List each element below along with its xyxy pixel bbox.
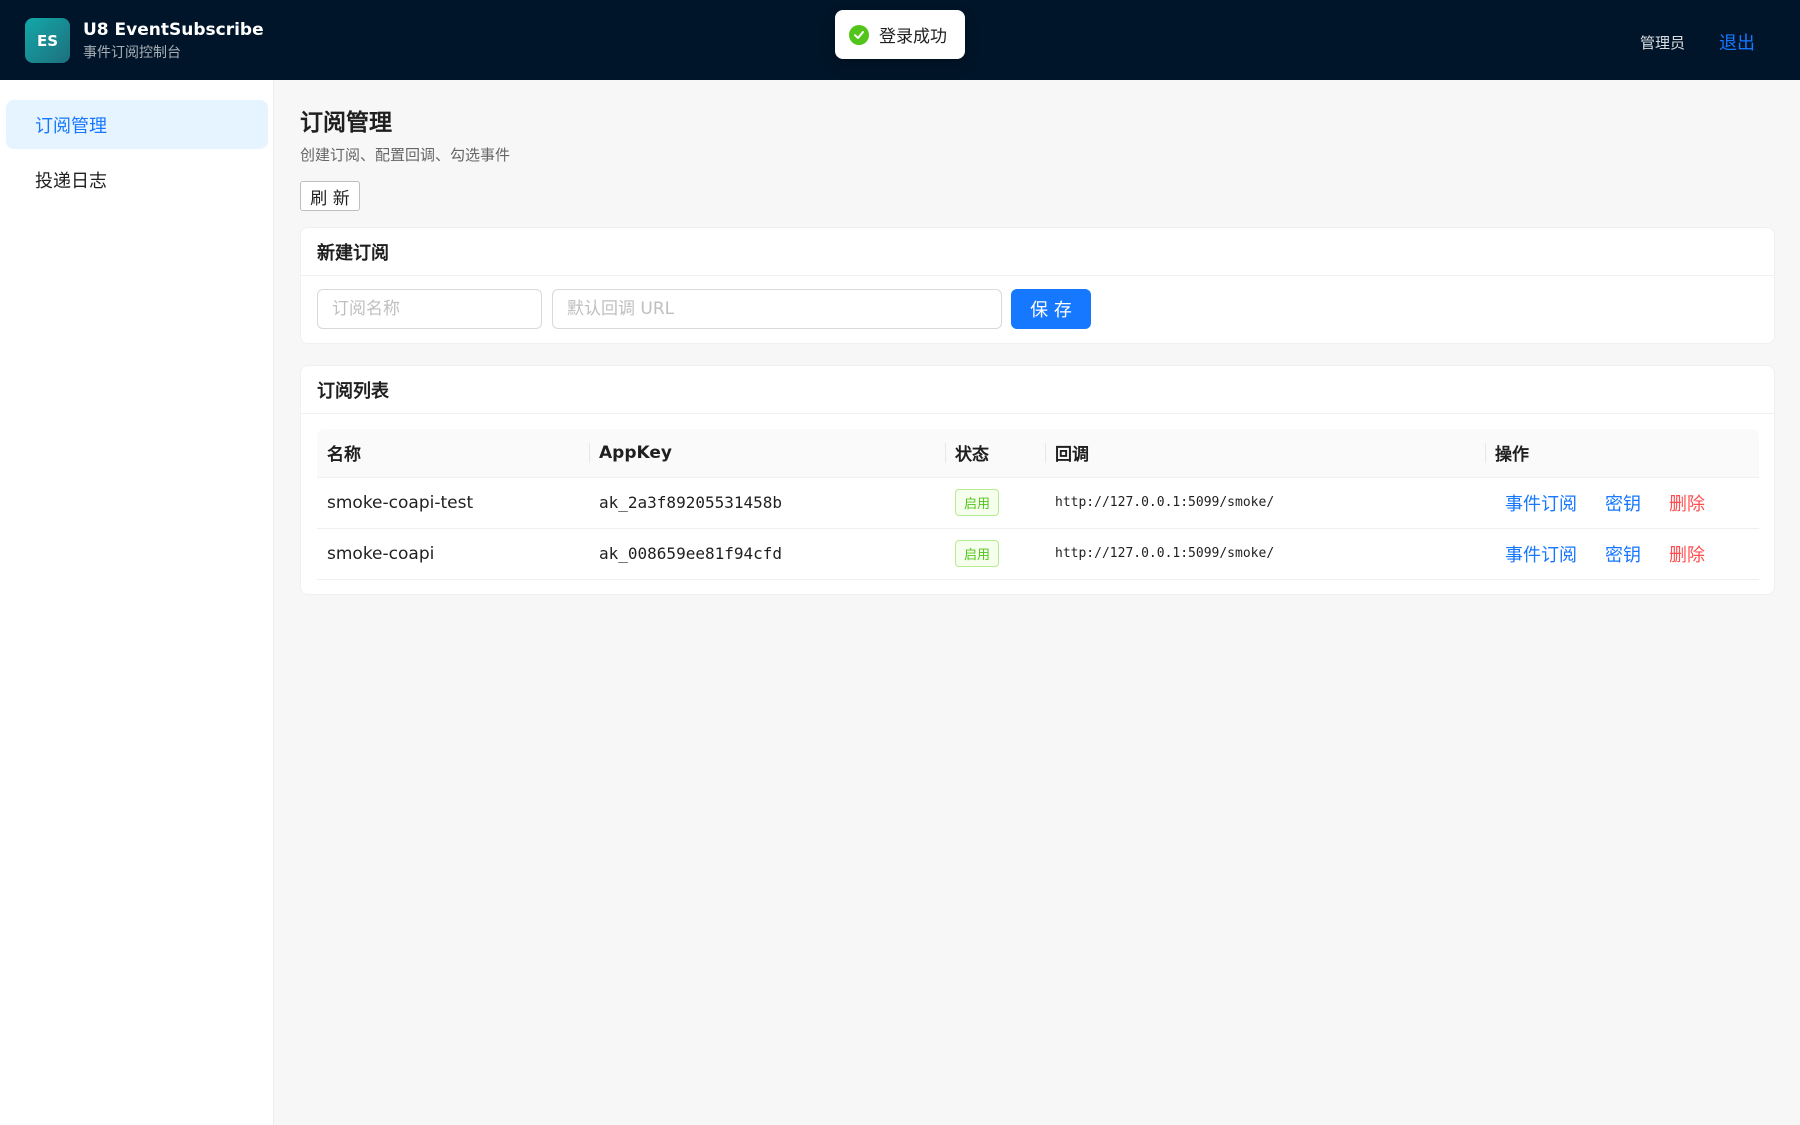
status-badge: 启用 bbox=[955, 540, 1000, 567]
subscription-table: 名称 AppKey 状态 回调 操作 smoke-coapi-test ak_2… bbox=[317, 429, 1759, 580]
table-row: smoke-coapi ak_008659ee81f94cfd 启用 http:… bbox=[317, 528, 1759, 580]
subscription-list-card: 订阅列表 名称 AppKey 状态 回调 操作 smoke-coapi-test… bbox=[300, 365, 1775, 595]
page-subtitle: 创建订阅、配置回调、勾选事件 bbox=[300, 146, 511, 164]
column-header-appkey: AppKey bbox=[589, 429, 945, 478]
subscription-appkey: ak_008659ee81f94cfd bbox=[589, 528, 945, 580]
column-header-name: 名称 bbox=[317, 429, 589, 478]
table-row: smoke-coapi-test ak_2a3f89205531458b 启用 … bbox=[317, 477, 1759, 529]
table-header-row: 名称 AppKey 状态 回调 操作 bbox=[317, 429, 1759, 478]
column-header-status: 状态 bbox=[945, 429, 1045, 478]
column-header-callback: 回调 bbox=[1045, 429, 1485, 478]
column-header-actions: 操作 bbox=[1485, 429, 1759, 478]
subscription-callback: http://127.0.0.1:5099/smoke/ bbox=[1045, 528, 1485, 580]
subscription-name: smoke-coapi-test bbox=[317, 477, 589, 529]
app-logo: ES bbox=[25, 18, 70, 63]
current-user: 管理员 bbox=[1640, 34, 1686, 52]
event-subscribe-link[interactable]: 事件订阅 bbox=[1505, 541, 1577, 567]
refresh-button[interactable]: 刷 新 bbox=[300, 181, 360, 211]
callback-url-input[interactable] bbox=[552, 289, 1002, 329]
page-title: 订阅管理 bbox=[300, 110, 392, 136]
save-button[interactable]: 保 存 bbox=[1011, 289, 1091, 329]
new-subscription-title: 新建订阅 bbox=[301, 228, 1774, 276]
delete-link[interactable]: 删除 bbox=[1669, 490, 1705, 516]
secret-key-link[interactable]: 密钥 bbox=[1605, 541, 1641, 567]
toast-message: 登录成功 bbox=[879, 27, 947, 47]
success-toast: 登录成功 bbox=[835, 10, 965, 59]
subscription-appkey: ak_2a3f89205531458b bbox=[589, 477, 945, 529]
check-circle-icon bbox=[849, 24, 869, 45]
delete-link[interactable]: 删除 bbox=[1669, 541, 1705, 567]
subscription-callback: http://127.0.0.1:5099/smoke/ bbox=[1045, 477, 1485, 529]
subscription-list-title: 订阅列表 bbox=[301, 366, 1774, 414]
subscription-name-input[interactable] bbox=[317, 289, 542, 329]
status-badge: 启用 bbox=[955, 489, 1000, 516]
sidebar-item-subscriptions[interactable]: 订阅管理 bbox=[6, 100, 268, 149]
sidebar-item-delivery-logs[interactable]: 投递日志 bbox=[6, 155, 268, 204]
app-title: U8 EventSubscribe bbox=[83, 20, 264, 40]
event-subscribe-link[interactable]: 事件订阅 bbox=[1505, 490, 1577, 516]
subscription-name: smoke-coapi bbox=[317, 528, 589, 580]
new-subscription-card: 新建订阅 保 存 bbox=[300, 227, 1775, 344]
sidebar: 订阅管理 投递日志 bbox=[0, 80, 274, 1125]
secret-key-link[interactable]: 密钥 bbox=[1605, 490, 1641, 516]
logout-link[interactable]: 退出 bbox=[1719, 29, 1755, 55]
app-subtitle: 事件订阅控制台 bbox=[83, 45, 181, 61]
